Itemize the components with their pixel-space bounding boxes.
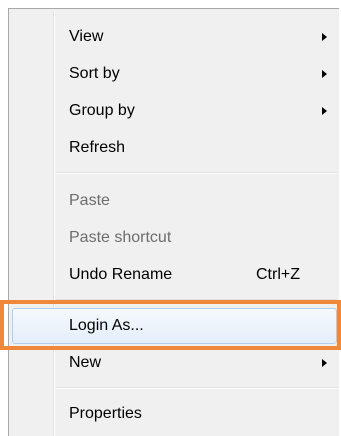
menu-item-view[interactable]: View	[12, 19, 337, 55]
menu-item-label: Refresh	[69, 139, 126, 156]
submenu-arrow-icon	[322, 33, 327, 41]
menu-item-label: New	[69, 354, 102, 371]
menu-item-sort-by[interactable]: Sort by	[12, 56, 337, 92]
menu-item-new[interactable]: New	[12, 345, 337, 381]
menu-item-label: Undo Rename	[69, 266, 173, 283]
menu-item-shortcut: Ctrl+Z	[256, 266, 300, 283]
menu-separator	[56, 172, 337, 173]
menu-item-label: Login As...	[69, 317, 144, 334]
menu-item-label: Paste shortcut	[69, 229, 172, 246]
submenu-arrow-icon	[322, 107, 327, 115]
menu-item-properties[interactable]: Properties	[12, 396, 337, 432]
menu-item-paste[interactable]: Paste	[12, 183, 337, 219]
menu-item-login-as[interactable]: Login As...	[12, 308, 337, 344]
menu-item-undo-rename[interactable]: Undo Rename Ctrl+Z	[12, 257, 337, 293]
context-menu: View Sort by Group by Refresh Paste Past…	[8, 8, 339, 436]
menu-item-label: View	[69, 28, 104, 45]
menu-item-group-by[interactable]: Group by	[12, 93, 337, 129]
menu-item-refresh[interactable]: Refresh	[12, 130, 337, 166]
menu-separator	[56, 299, 337, 300]
submenu-arrow-icon	[322, 70, 327, 78]
submenu-arrow-icon	[322, 359, 327, 367]
menu-item-label: Group by	[69, 102, 135, 119]
menu-separator	[56, 387, 337, 388]
menu-item-label: Sort by	[69, 65, 120, 82]
menu-item-paste-shortcut[interactable]: Paste shortcut	[12, 220, 337, 256]
menu-item-label: Paste	[69, 192, 110, 209]
menu-item-label: Properties	[69, 405, 142, 422]
